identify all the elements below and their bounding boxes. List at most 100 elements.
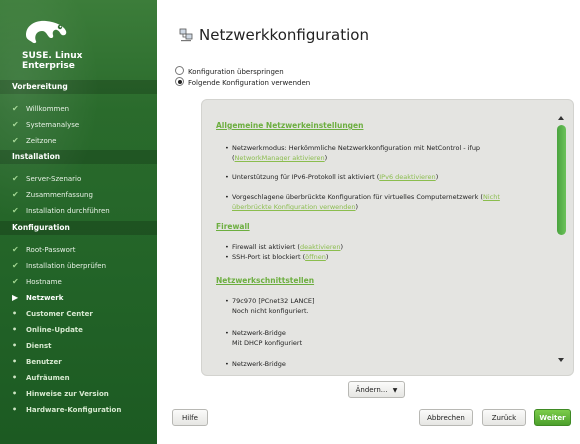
current-arrow-icon: ▶ bbox=[12, 293, 19, 302]
page-title: Netzwerkkonfiguration bbox=[179, 26, 369, 44]
item-ipv6: • Unterstützung für IPv6-Protokoll ist ak… bbox=[225, 173, 439, 181]
check-icon: ✔ bbox=[12, 174, 19, 183]
step-label: Root-Passwort bbox=[26, 246, 76, 254]
step-label: Willkommen bbox=[26, 105, 70, 113]
link-disable-ipv6[interactable]: IPv6 deaktivieren bbox=[379, 173, 435, 181]
radio-label: Konfiguration überspringen bbox=[188, 68, 284, 76]
step-label: Benutzer bbox=[26, 358, 62, 366]
step-label: Systemanalyse bbox=[26, 121, 80, 129]
step-label: Netzwerk bbox=[26, 294, 64, 302]
step-installation-durchfuehren: ✔ Installation durchführen bbox=[12, 206, 110, 216]
item-text: Netzwerkmodus: Herkömmliche Netzwerkkonf… bbox=[232, 144, 481, 152]
close-paren: ) bbox=[355, 203, 359, 211]
step-hinweise-zur-version: • Hinweise zur Version bbox=[12, 389, 109, 399]
step-dienst: • Dienst bbox=[12, 341, 51, 351]
change-button[interactable]: Ändern... ▼ bbox=[348, 381, 405, 398]
dropdown-triangle-icon: ▼ bbox=[392, 387, 398, 394]
close-paren: ) bbox=[325, 253, 329, 261]
item-text: Netzwerk-Bridge bbox=[232, 329, 286, 337]
page-title-text: Netzwerkkonfiguration bbox=[199, 26, 369, 44]
bullet-icon: • bbox=[12, 373, 18, 382]
step-label: Hardware-Konfiguration bbox=[26, 406, 122, 414]
scroll-up-arrow-icon[interactable] bbox=[558, 116, 564, 120]
check-icon: ✔ bbox=[12, 190, 19, 199]
section-vorbereitung: Vorbereitung bbox=[0, 80, 157, 94]
heading-interfaces[interactable]: Netzwerkschnittstellen bbox=[216, 276, 314, 285]
next-button[interactable]: Weiter bbox=[534, 409, 571, 426]
link-disable-firewall[interactable]: deaktivieren bbox=[300, 243, 341, 251]
link-enable-networkmanager[interactable]: NetworkManager aktivieren bbox=[235, 154, 325, 162]
step-systemanalyse: ✔ Systemanalyse bbox=[12, 120, 79, 130]
link-open-ssh[interactable]: öffnen bbox=[305, 253, 326, 261]
step-label: Zeitzone bbox=[26, 137, 57, 145]
item-network-mode: • Netzwerkmodus: Herkömmliche Netzwerkkon… bbox=[225, 144, 481, 162]
item-text: Unterstützung für IPv6-Protokoll ist akt… bbox=[232, 173, 380, 181]
radio-label: Folgende Konfiguration verwenden bbox=[188, 79, 311, 87]
section-installation: Installation bbox=[0, 150, 157, 164]
network-icon bbox=[179, 28, 193, 42]
step-label: Online-Update bbox=[26, 326, 83, 334]
item-bridge: • Vorgeschlagene überbrückte Konfiguratio… bbox=[225, 193, 500, 211]
check-icon: ✔ bbox=[12, 136, 19, 145]
step-hostname: ✔ Hostname bbox=[12, 277, 62, 287]
brand-line-2: Enterprise bbox=[22, 61, 75, 71]
step-willkommen: ✔ Willkommen bbox=[12, 104, 69, 114]
bullet-icon: • bbox=[12, 389, 18, 398]
item-text: Vorgeschlagene überbrückte Konfiguration… bbox=[232, 193, 483, 201]
step-label: Server-Szenario bbox=[26, 175, 82, 183]
next-button-label: Weiter bbox=[539, 414, 566, 422]
item-subtext: Mit DHCP konfiguriert bbox=[232, 339, 303, 347]
bullet-icon: • bbox=[12, 341, 18, 350]
check-icon: ✔ bbox=[12, 120, 19, 129]
check-icon: ✔ bbox=[12, 245, 19, 254]
radio-use-config[interactable]: Folgende Konfiguration verwenden bbox=[175, 77, 310, 87]
step-netzwerk: ▶ Netzwerk bbox=[12, 293, 63, 303]
bullet-icon: • bbox=[12, 405, 18, 414]
back-button[interactable]: Zurück bbox=[482, 409, 526, 426]
radio-skip-config[interactable]: Konfiguration überspringen bbox=[175, 66, 284, 76]
bullet-icon: • bbox=[12, 309, 18, 318]
radio-circle-selected[interactable] bbox=[175, 77, 184, 86]
abort-button[interactable]: Abbrechen bbox=[419, 409, 473, 426]
close-paren: ) bbox=[435, 173, 439, 181]
step-customer-center: • Customer Center bbox=[12, 309, 93, 319]
step-benutzer: • Benutzer bbox=[12, 357, 62, 367]
sidebar: SUSE. Linux Enterprise Vorbereitung ✔ Wil… bbox=[0, 0, 157, 444]
suse-chameleon-logo bbox=[26, 20, 67, 44]
heading-firewall[interactable]: Firewall bbox=[216, 222, 250, 231]
main-content: Netzwerkkonfiguration Konfiguration über… bbox=[157, 0, 580, 444]
check-icon: ✔ bbox=[12, 206, 19, 215]
item-text: Netzwerk-Bridge bbox=[232, 360, 286, 368]
help-button[interactable]: Hilfe bbox=[172, 409, 208, 426]
check-icon: ✔ bbox=[12, 277, 19, 286]
item-bridge-2: • Netzwerk-Bridge bbox=[225, 360, 286, 368]
step-root-passwort: ✔ Root-Passwort bbox=[12, 245, 76, 255]
step-installation-ueberpruefen: ✔ Installation überprüfen bbox=[12, 261, 106, 271]
item-text: Firewall ist aktiviert ( bbox=[232, 243, 300, 251]
scroll-down-arrow-icon[interactable] bbox=[558, 358, 564, 362]
step-aufraeumen: • Aufräumen bbox=[12, 373, 70, 383]
step-server-szenario: ✔ Server-Szenario bbox=[12, 174, 81, 184]
step-hardware-konfiguration: • Hardware-Konfiguration bbox=[12, 405, 121, 415]
step-zusammenfassung: ✔ Zusammenfassung bbox=[12, 190, 93, 200]
step-label: Hinweise zur Version bbox=[26, 390, 109, 398]
item-firewall: • Firewall ist aktiviert (deaktivieren) bbox=[225, 243, 344, 251]
item-ssh: • SSH-Port ist blockiert (öffnen) bbox=[225, 253, 329, 261]
step-online-update: • Online-Update bbox=[12, 325, 83, 335]
help-button-label: Hilfe bbox=[182, 414, 198, 422]
back-button-label: Zurück bbox=[491, 414, 517, 422]
item-bridge-1: • Netzwerk-Bridge Mit DHCP konfiguriert bbox=[225, 329, 303, 347]
item-nic-pcnet32: • 79c970 [PCnet32 LANCE] Noch nicht konfi… bbox=[225, 297, 315, 315]
close-paren: ) bbox=[340, 243, 344, 251]
brand-line-1: SUSE. Linux bbox=[22, 51, 83, 61]
section-konfiguration: Konfiguration bbox=[0, 221, 157, 235]
scrollbar-thumb[interactable] bbox=[557, 125, 566, 235]
item-text: SSH-Port ist blockiert ( bbox=[232, 253, 306, 261]
config-summary-panel[interactable]: Allgemeine Netzwerkeinstellungen • Netzwe… bbox=[201, 99, 574, 376]
radio-circle[interactable] bbox=[175, 66, 184, 75]
bullet-icon: • bbox=[12, 325, 18, 334]
step-label: Dienst bbox=[26, 342, 52, 350]
change-button-label: Ändern... bbox=[355, 386, 388, 394]
step-label: Customer Center bbox=[26, 310, 93, 318]
heading-general-settings[interactable]: Allgemeine Netzwerkeinstellungen bbox=[216, 121, 363, 130]
